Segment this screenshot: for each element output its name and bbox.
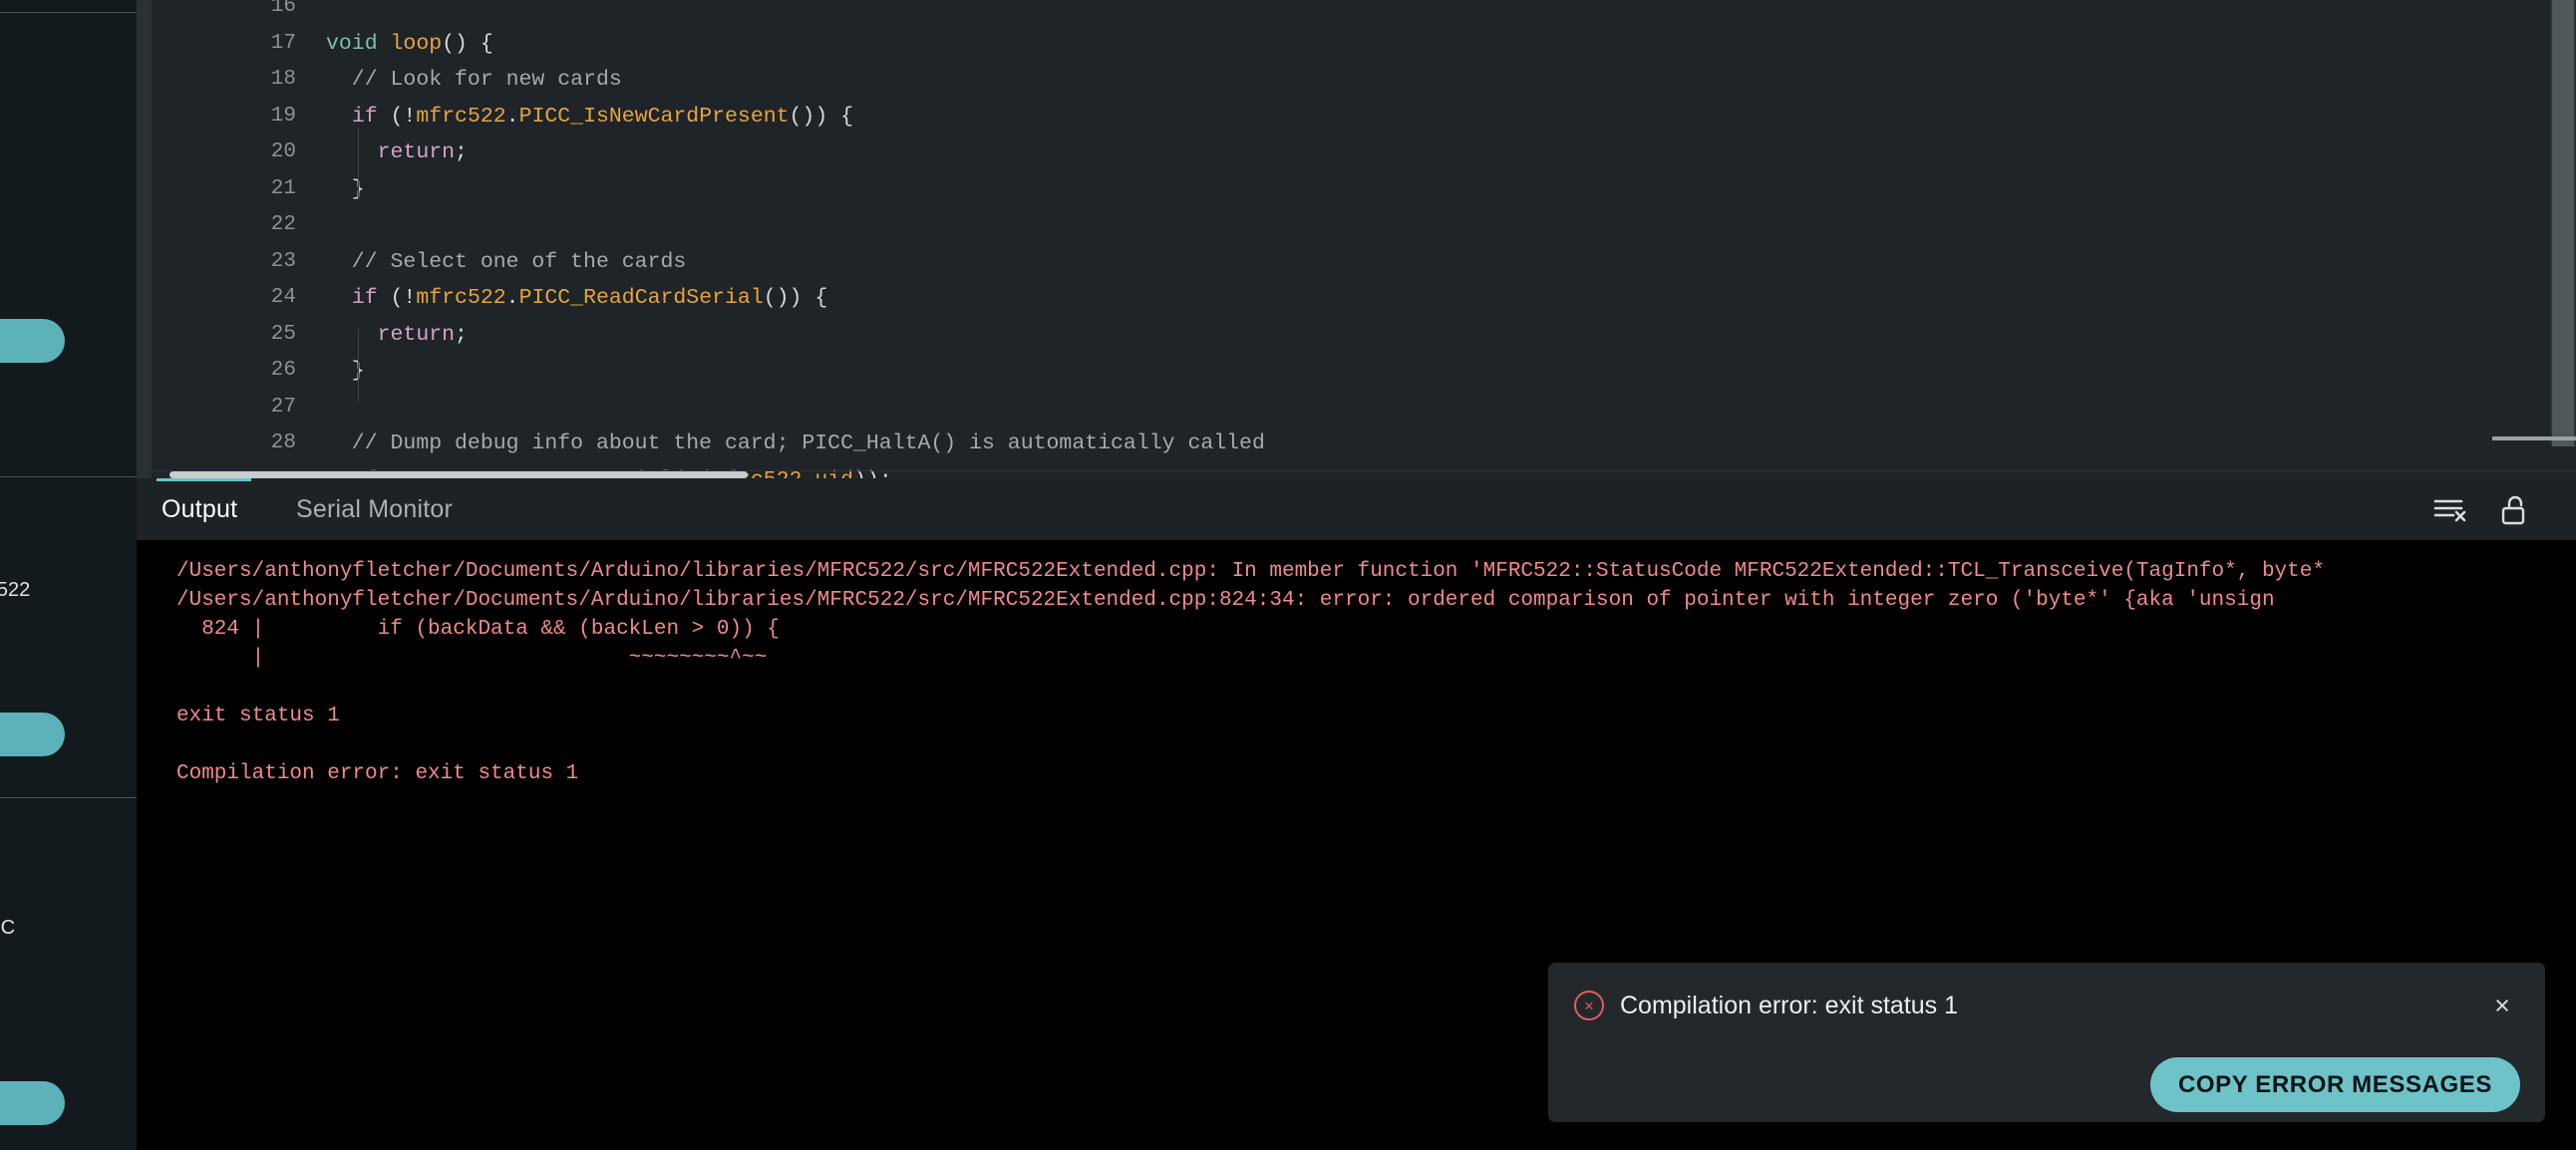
line-number: 26 (270, 359, 296, 382)
error-notification-toast[interactable]: × Compilation error: exit status 1 × COP… (1548, 963, 2545, 1122)
code-editor[interactable]: 16 17 void loop() { 18 // Look for new card… (137, 0, 2576, 478)
sidebar-divider (0, 797, 137, 798)
line-number: 21 (270, 176, 296, 200)
sidebar-divider (0, 476, 137, 477)
line-number: 24 (270, 286, 296, 309)
code-line[interactable]: 22 (137, 207, 2576, 244)
console-line: | ~~~~~~~~^~~ (176, 647, 768, 670)
console-line: /Users/anthonyfletcher/Documents/Arduino… (176, 589, 2275, 612)
indent-guide (358, 329, 359, 402)
code-line[interactable]: 16 (137, 0, 2576, 26)
console-line: 824 | if (backData && (backLen > 0)) { (176, 618, 780, 641)
toast-header: × Compilation error: exit status 1 × (1548, 963, 2545, 1050)
console-line: /Users/anthonyfletcher/Documents/Arduino… (176, 560, 2325, 583)
library-title-line: RC522 (0, 579, 31, 601)
code-line[interactable]: 18 // Look for new cards (137, 62, 2576, 99)
code-line[interactable]: 28 // Dump debug info about the card; PI… (137, 426, 2576, 462)
code-line[interactable]: 19 if (!mfrc522.PICC_IsNewCardPresent())… (137, 99, 2576, 136)
library-description-line: NFC (0, 917, 16, 939)
code-line[interactable]: 17 void loop() { (137, 26, 2576, 63)
library-install-button[interactable] (0, 1081, 65, 1125)
line-number: 19 (270, 104, 296, 128)
code-line[interactable]: 20 return; (137, 135, 2576, 171)
library-install-button[interactable] (0, 319, 65, 363)
console-line: exit status 1 (176, 705, 340, 727)
code-line[interactable]: 27 (137, 390, 2576, 427)
code-text: // Look for new cards (326, 68, 622, 92)
code-line[interactable]: 23 // Select one of the cards (137, 244, 2576, 281)
scrollbar-thumb[interactable] (2552, 0, 2574, 446)
code-text: // Select one of the cards (326, 249, 687, 274)
editor-horizontal-scrollbar[interactable] (169, 471, 748, 478)
code-text: if (!mfrc522.PICC_IsNewCardPresent()) { (351, 104, 854, 129)
line-number: 28 (270, 431, 296, 454)
code-text: return; (377, 322, 468, 347)
library-manager-sidebar[interactable]: ata th ry... RC522 ner NFC ... (0, 0, 137, 1150)
unlock-autoscroll-icon[interactable] (2492, 494, 2536, 528)
error-circle-icon: × (1574, 991, 1604, 1020)
toast-message: Compilation error: exit status 1 (1620, 992, 1959, 1019)
clear-output-icon[interactable] (2427, 494, 2471, 528)
code-line[interactable]: 25 return; (137, 317, 2576, 354)
line-number: 17 (270, 31, 296, 55)
code-text: void loop() { (326, 31, 493, 56)
line-number: 23 (270, 249, 296, 273)
close-icon[interactable]: × (2483, 987, 2521, 1024)
code-line[interactable]: 26 } (137, 353, 2576, 390)
code-text: if (!mfrc522.PICC_ReadCardSerial()) { (351, 286, 828, 310)
line-number: 18 (270, 68, 296, 91)
scrollbar-marker (2492, 436, 2576, 440)
console-line: Compilation error: exit status 1 (176, 762, 579, 785)
arduino-ide-window: ata th ry... RC522 ner NFC ... 16 17 void … (0, 0, 2576, 1150)
library-install-button[interactable] (0, 713, 65, 756)
sidebar-divider (0, 12, 137, 13)
code-line[interactable]: 21 } (137, 171, 2576, 208)
editor-vertical-scrollbar[interactable] (2550, 0, 2576, 446)
copy-error-messages-button[interactable]: COPY ERROR MESSAGES (2149, 1057, 2520, 1112)
code-text: // Dump debug info about the card; PICC_… (326, 431, 1265, 455)
line-number: 27 (270, 395, 296, 419)
indent-guide (358, 128, 359, 200)
code-text: return; (377, 141, 468, 164)
line-number: 22 (270, 213, 296, 236)
line-number: 16 (270, 0, 296, 18)
output-tabbar[interactable]: Output Serial Monitor (137, 478, 2576, 540)
tab-serial-monitor[interactable]: Serial Monitor (296, 478, 453, 540)
line-number: 20 (270, 141, 296, 163)
line-number: 25 (270, 322, 296, 346)
tab-output[interactable]: Output (161, 478, 237, 540)
code-line[interactable]: 24 if (!mfrc522.PICC_ReadCardSerial()) { (137, 280, 2576, 317)
